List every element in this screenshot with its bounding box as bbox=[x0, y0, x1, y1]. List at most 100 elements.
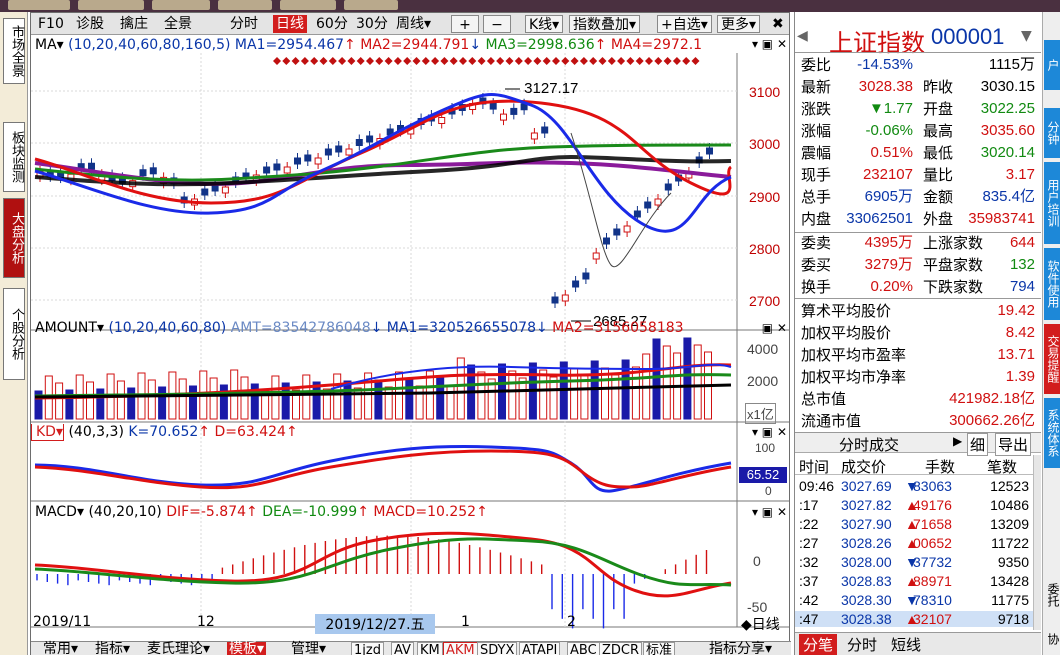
quote-label: 换手 bbox=[801, 278, 832, 296]
tick-cell: :47 bbox=[799, 611, 819, 627]
export-button[interactable]: 导出 bbox=[995, 433, 1032, 456]
quote-label: 下跌家数 bbox=[923, 278, 984, 296]
f10-button[interactable]: F10 bbox=[35, 15, 67, 33]
indicator-menu[interactable]: 指标▾ bbox=[93, 642, 132, 655]
tick-row[interactable]: :32 3028.00 ▼ 37732 9350 bbox=[795, 554, 1033, 570]
quote-value: ▼1.77 bbox=[868, 100, 913, 117]
tab-intraday[interactable]: 分时 bbox=[847, 634, 877, 655]
tick-row[interactable]: :17 3027.82 ▲ 49176 10486 bbox=[795, 497, 1033, 513]
indicator-akm[interactable]: AKM bbox=[443, 642, 478, 655]
quote-value: 3.17 bbox=[1005, 166, 1035, 183]
quote-value: 3279万 bbox=[864, 256, 913, 273]
ma-params: (10,20,40,60,80,160,5) bbox=[68, 37, 231, 53]
x-axis-label: 12 bbox=[197, 614, 215, 630]
tick-row[interactable]: :27 3028.26 ▲ 00652 11722 bbox=[795, 535, 1033, 551]
tab-stock-analysis[interactable]: 个股分析 bbox=[3, 288, 25, 380]
kline-dropdown[interactable]: K线▾ bbox=[525, 15, 564, 33]
indicator-av[interactable]: AV bbox=[391, 642, 414, 655]
ticks-play-icon[interactable]: ▶ bbox=[953, 434, 962, 448]
panel-controls[interactable]: ▾ ▣ ✕ bbox=[752, 505, 787, 519]
tick-row[interactable]: :47 3028.38 ▲ 32107 9718 bbox=[795, 611, 1033, 627]
indicator-share-menu[interactable]: 指标分享▾ bbox=[707, 642, 774, 655]
quote-label: 委卖 bbox=[801, 234, 832, 252]
quote-label: 涨跌 bbox=[801, 100, 832, 118]
tab-market-analysis[interactable]: 大盘分析 bbox=[3, 198, 25, 278]
tick-row[interactable]: 09:46 3027.69 ▼ 83063 12523 bbox=[795, 478, 1033, 494]
chart-area: F10 诊股 擒庄 全景 分时 日线 60分 30分 周线▾ + − K线▾ 指… bbox=[30, 12, 791, 655]
period-intraday[interactable]: 分时 bbox=[227, 15, 261, 33]
stat-label: 加权平均股价 bbox=[801, 324, 892, 342]
next-stock-icon[interactable]: ▼ bbox=[1021, 28, 1032, 44]
zoom-out-button[interactable]: − bbox=[483, 15, 511, 33]
quote-label: 委买 bbox=[801, 256, 832, 274]
ticks-scrollbar[interactable] bbox=[1033, 455, 1041, 630]
tick-row[interactable]: :37 3028.83 ▲ 88971 13428 bbox=[795, 573, 1033, 589]
banker-button[interactable]: 擒庄 bbox=[117, 15, 151, 33]
indicator-atapi[interactable]: ATAPI bbox=[519, 642, 561, 655]
ma-selector[interactable]: MA▾ bbox=[31, 37, 64, 53]
macd-selector[interactable]: MACD▾ bbox=[31, 504, 84, 520]
tick-cell: 12523 bbox=[990, 478, 1029, 494]
tab-short-term[interactable]: 短线 bbox=[891, 634, 921, 655]
panel-controls[interactable]: ▣ ✕ bbox=[762, 321, 787, 335]
tick-cell: :27 bbox=[799, 535, 819, 551]
top-tab[interactable] bbox=[344, 0, 398, 10]
quote-value: 644 bbox=[1009, 234, 1035, 251]
manage-menu[interactable]: 管理▾ bbox=[289, 642, 328, 655]
more-dropdown[interactable]: 更多▾ bbox=[717, 15, 761, 33]
common-menu[interactable]: 常用▾ bbox=[41, 642, 80, 655]
edge-tab[interactable]: 分钟 bbox=[1044, 108, 1060, 158]
template-menu[interactable]: 模板▾ bbox=[227, 642, 267, 655]
panel-controls[interactable]: ▾ ▣ ✕ bbox=[752, 37, 787, 51]
kd-panel-title: KD▾ (40,3,3) K=70.652↑ D=63.424↑ bbox=[31, 424, 771, 441]
amount-selector[interactable]: AMOUNT▾ bbox=[31, 320, 104, 336]
ma1-value: MA1=2954.467 bbox=[234, 37, 345, 53]
indicator-standard[interactable]: 标准 bbox=[643, 642, 676, 655]
mcs-theory-menu[interactable]: 麦氏理论▾ bbox=[145, 642, 212, 655]
tab-market-overview[interactable]: 市场全景 bbox=[3, 18, 25, 84]
edge-tab[interactable]: 协 bbox=[1044, 624, 1060, 654]
period-30min[interactable]: 30分 bbox=[353, 15, 391, 33]
panorama-button[interactable]: 全景 bbox=[161, 15, 195, 33]
top-tab[interactable] bbox=[218, 0, 272, 10]
top-tab[interactable] bbox=[280, 0, 336, 10]
panel-controls[interactable]: ▾ ▣ ✕ bbox=[752, 425, 787, 439]
edge-tab[interactable]: 用户培训 bbox=[1044, 162, 1060, 244]
add-favorite-dropdown[interactable]: +自选▾ bbox=[657, 15, 712, 33]
top-tab[interactable] bbox=[8, 0, 70, 10]
stat-value: 1.39 bbox=[1005, 368, 1035, 385]
quote-value: 794 bbox=[1009, 278, 1035, 295]
top-tab[interactable] bbox=[152, 0, 210, 10]
tick-cell: 3027.82 bbox=[841, 497, 892, 513]
tab-ticks[interactable]: 分笔 bbox=[799, 634, 838, 655]
quote-label: 金额 bbox=[923, 188, 954, 206]
zoom-in-button[interactable]: + bbox=[451, 15, 479, 33]
tick-cell: 9718 bbox=[997, 611, 1029, 627]
tick-cell: 37732 bbox=[913, 554, 952, 570]
macd-tick-label: 0 bbox=[753, 553, 761, 569]
edge-tab[interactable]: 交易提醒 bbox=[1044, 324, 1060, 394]
indicator-sdyx[interactable]: SDYX bbox=[477, 642, 518, 655]
period-60min[interactable]: 60分 bbox=[313, 15, 351, 33]
edge-tab[interactable]: 系统体系 bbox=[1044, 398, 1060, 468]
edge-tab[interactable]: 户 bbox=[1044, 40, 1060, 90]
detail-button[interactable]: 细 bbox=[967, 433, 989, 456]
tick-row[interactable]: :42 3028.30 ▼ 78310 11775 bbox=[795, 592, 1033, 608]
tick-row[interactable]: :22 3027.90 ▲ 71658 13209 bbox=[795, 516, 1033, 532]
close-icon[interactable]: ✖ bbox=[769, 15, 787, 33]
indicator-zdcr[interactable]: ZDCR bbox=[599, 642, 643, 655]
edge-tab[interactable]: 软件使用 bbox=[1044, 248, 1060, 320]
period-weekly[interactable]: 周线▾ bbox=[393, 15, 434, 33]
top-tab[interactable] bbox=[78, 0, 144, 10]
diagnose-button[interactable]: 诊股 bbox=[73, 15, 107, 33]
index-overlay-dropdown[interactable]: 指数叠加▾ bbox=[569, 15, 641, 33]
indicator-abc[interactable]: ABC bbox=[567, 642, 600, 655]
prev-stock-icon[interactable]: ◀ bbox=[797, 28, 808, 44]
amount-tick-label: 2000 bbox=[747, 373, 779, 389]
indicator-1jzd[interactable]: 1jzd bbox=[351, 642, 384, 655]
period-daily[interactable]: 日线 bbox=[273, 15, 307, 33]
tab-sector-monitor[interactable]: 板块监测 bbox=[3, 122, 25, 192]
indicator-km[interactable]: KM bbox=[417, 642, 443, 655]
edge-tab[interactable]: 委托 bbox=[1044, 572, 1060, 618]
kd-selector[interactable]: KD▾ bbox=[31, 424, 64, 441]
